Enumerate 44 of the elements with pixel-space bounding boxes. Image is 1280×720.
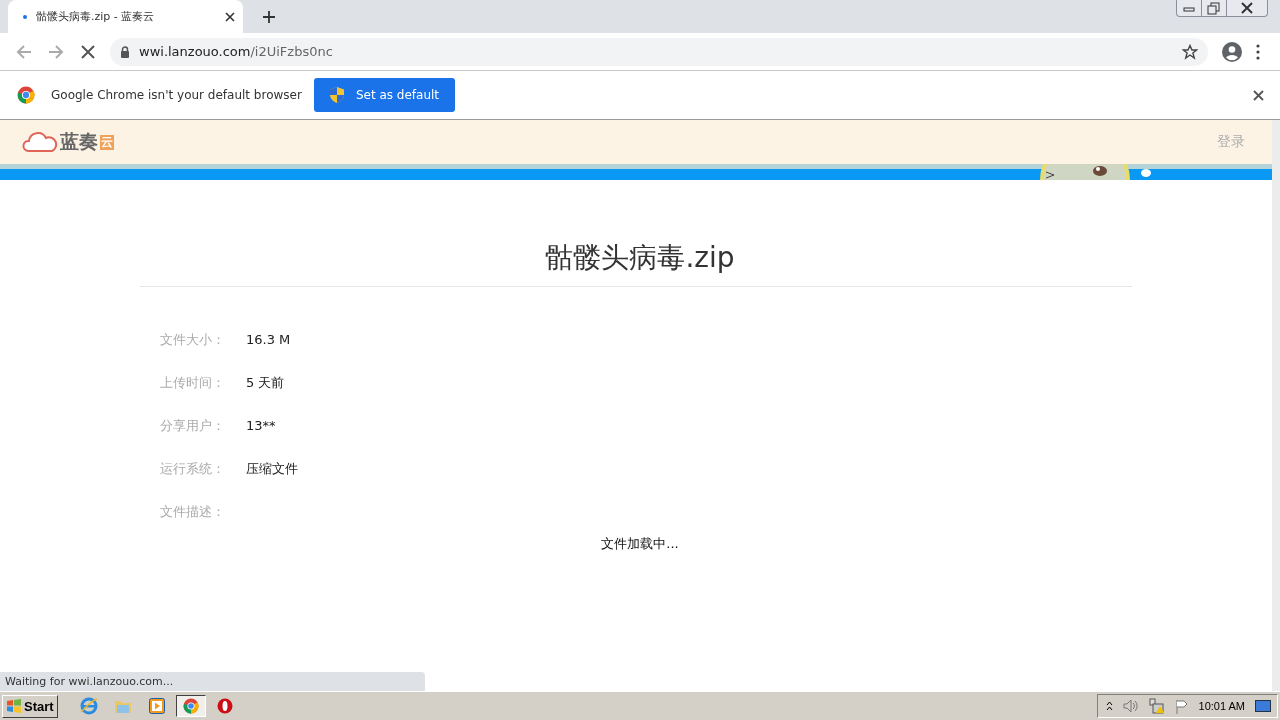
chrome-icon[interactable] (17, 86, 35, 104)
close-icon[interactable] (225, 11, 235, 22)
cloud-icon (22, 131, 58, 153)
field-value: 16.3 M (246, 331, 292, 349)
profile-icon[interactable] (1222, 41, 1242, 62)
browser-tab[interactable]: 骷髅头病毒.zip - 蓝奏云 (8, 0, 243, 33)
windows-logo-icon (6, 699, 22, 713)
start-button[interactable]: Start (2, 694, 58, 718)
field-value: 压缩文件 (246, 460, 299, 478)
loading-text: 文件加载中... (600, 535, 680, 553)
lock-icon (120, 45, 130, 58)
star-icon[interactable] (1182, 43, 1198, 60)
set-default-button[interactable]: Set as default (313, 78, 456, 112)
address-bar[interactable]: wwi.lanzouo.com/i2UiFzbs0nc (110, 37, 1208, 66)
chevron-icon[interactable] (1105, 701, 1113, 711)
desktop-icon[interactable] (1255, 700, 1271, 712)
chrome-icon[interactable] (182, 698, 199, 714)
tab-title: 骷髅头病毒.zip - 蓝奏云 (36, 9, 156, 24)
infobar-message: Google Chrome isn't your default browser (51, 88, 302, 102)
field-value: 5 天前 (246, 374, 286, 392)
field-label: 分享用户： (160, 417, 226, 435)
url-text: wwi.lanzouo.com/i2UiFzbs0nc (139, 44, 334, 59)
shield-icon (329, 87, 344, 103)
logo-badge: 云 (100, 134, 114, 150)
new-tab-icon[interactable] (263, 11, 275, 23)
status-bubble: Waiting for wwi.lanzouo.com... (0, 672, 425, 691)
clock: 10:01 AM (1198, 700, 1245, 712)
logo-text: 蓝奏 (60, 129, 98, 154)
close-icon[interactable] (1253, 89, 1264, 101)
network-warning-icon[interactable] (1148, 698, 1165, 714)
scrollbar[interactable] (1272, 120, 1280, 691)
speaker-icon[interactable] (1122, 699, 1139, 713)
media-player-icon[interactable] (148, 698, 165, 714)
field-label: 文件描述： (160, 503, 226, 521)
stop-icon[interactable] (81, 44, 95, 59)
opera-icon[interactable] (216, 698, 233, 714)
field-label: 运行系统： (160, 460, 226, 478)
menu-icon[interactable] (1256, 43, 1260, 60)
field-value: 13** (246, 417, 277, 435)
field-label: 上传时间： (160, 374, 226, 392)
field-label: 文件大小： (160, 331, 226, 349)
taskbar-button[interactable] (175, 695, 206, 717)
file-title: 骷髅头病毒.zip (544, 240, 736, 276)
flag-icon[interactable] (1174, 698, 1189, 714)
